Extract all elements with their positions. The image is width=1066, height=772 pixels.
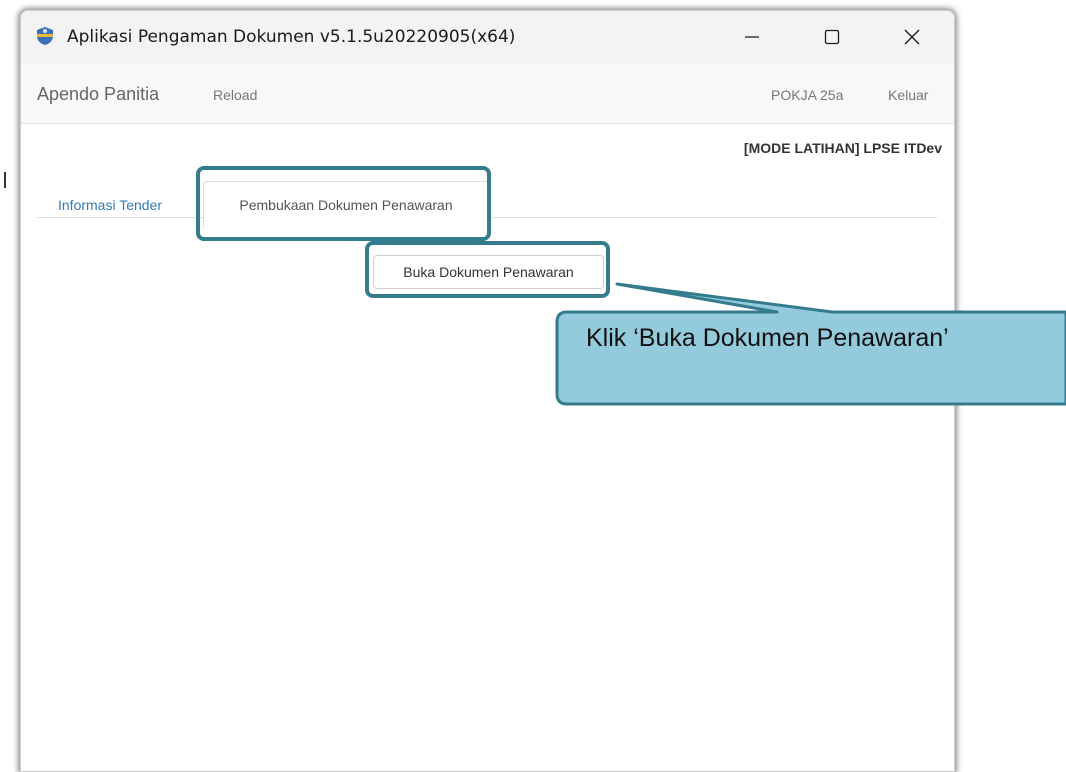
callout-bubble xyxy=(555,282,1066,406)
callout-text: Klik ‘Buka Dokumen Penawaran’ xyxy=(586,324,949,352)
